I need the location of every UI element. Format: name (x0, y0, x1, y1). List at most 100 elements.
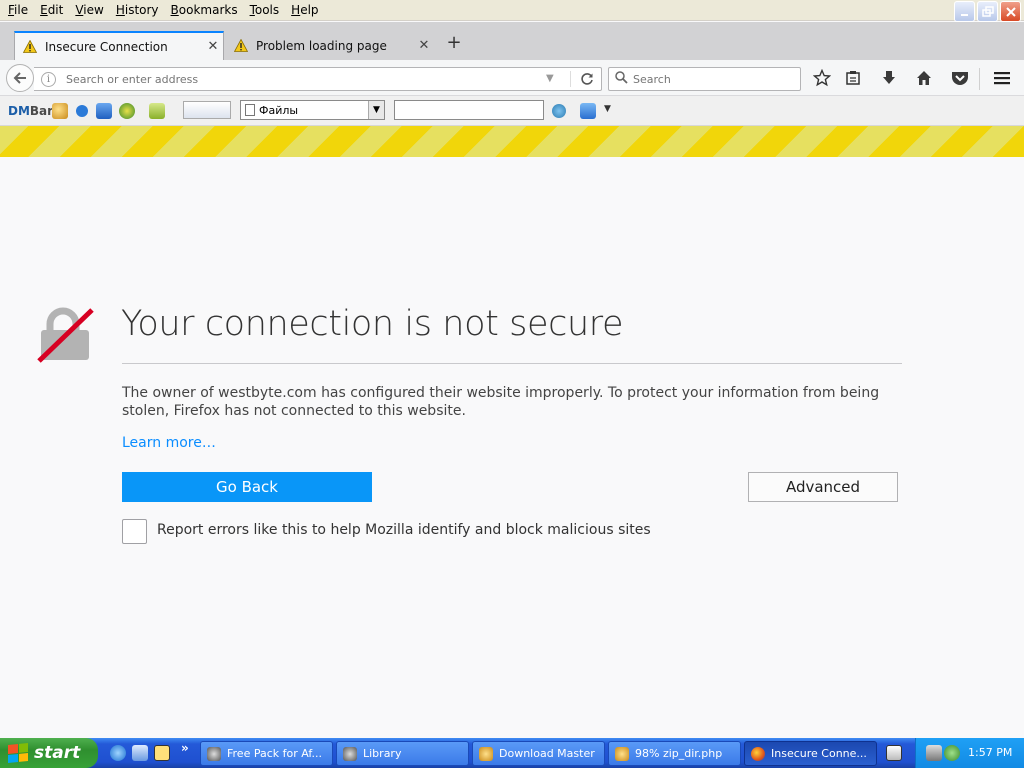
home-icon (917, 71, 931, 85)
tab-insecure-connection[interactable]: Insecure Connection ✕ (14, 31, 224, 60)
task-label: Library (363, 747, 402, 760)
tab-problem-loading[interactable]: Problem loading page ✕ (226, 31, 434, 60)
home-button[interactable] (912, 66, 936, 90)
error-page: Your connection is not secure The owner … (0, 157, 1024, 738)
pocket-button[interactable] (948, 66, 972, 90)
internet-explorer-icon[interactable] (110, 745, 126, 761)
pocket-icon (952, 72, 968, 85)
taskbar: start » Free Pack for Af... Library Down… (0, 738, 1024, 768)
close-window-button[interactable] (1000, 1, 1021, 22)
dm-category-select[interactable]: Файлы ▼ (240, 100, 385, 120)
task-label: Download Master (499, 747, 595, 760)
advanced-button[interactable]: Advanced (748, 472, 898, 502)
search-bar (608, 67, 801, 91)
tab-strip: Insecure Connection ✕ Problem loading pa… (0, 22, 1024, 60)
title-divider (122, 363, 902, 364)
menu-tools[interactable]: Tools (244, 3, 286, 17)
dmbar-toolbar: DMBar Файлы ▼ ▼ (0, 96, 1024, 126)
clock: 1:57 PM (968, 746, 1013, 759)
report-errors-checkbox[interactable] (122, 519, 147, 544)
learn-more-link[interactable]: Learn more… (122, 435, 216, 451)
star-icon (813, 69, 831, 87)
dm-globe-icon[interactable] (119, 103, 135, 119)
menu-bookmarks[interactable]: Bookmarks (165, 3, 244, 17)
chevron-down-icon: ▼ (368, 101, 384, 119)
chevron-down-icon[interactable]: ▼ (604, 104, 611, 114)
menu-view[interactable]: View (69, 3, 109, 17)
menu-file[interactable]: File (2, 3, 34, 17)
search-input[interactable] (633, 72, 793, 87)
dm-windows-icon[interactable] (96, 103, 112, 119)
reload-icon (581, 73, 593, 85)
url-input[interactable] (66, 71, 536, 87)
navigation-bar: i ▼ (0, 60, 1024, 96)
downloads-button[interactable] (877, 66, 901, 90)
bookmark-star-button[interactable] (810, 66, 834, 90)
library-button[interactable] (841, 66, 865, 90)
dm-schedule-icon[interactable] (149, 103, 165, 119)
clipboard-icon (846, 71, 860, 85)
menu-bar: File Edit View History Bookmarks Tools H… (0, 0, 1024, 22)
url-bar: i ▼ (34, 67, 602, 91)
back-button[interactable] (6, 64, 34, 92)
dm-speed-indicator[interactable] (183, 101, 231, 119)
task-insecure-connection[interactable]: Insecure Conne... (744, 741, 877, 766)
task-label: Insecure Conne... (771, 747, 867, 760)
report-errors-label: Report errors like this to help Mozilla … (157, 522, 651, 538)
media-player-icon[interactable] (154, 745, 170, 761)
dm-search-input[interactable] (394, 100, 544, 120)
close-icon (1005, 6, 1016, 17)
open-menu-button[interactable] (990, 66, 1014, 90)
back-arrow-icon (13, 72, 26, 84)
info-icon[interactable]: i (41, 72, 56, 87)
keyboard-icon[interactable] (886, 745, 902, 761)
document-icon (245, 104, 255, 116)
download-arrow-icon (883, 71, 895, 84)
task-free-pack[interactable]: Free Pack for Af... (200, 741, 333, 766)
dm-add-icon[interactable] (76, 105, 88, 117)
hamburger-menu-icon (994, 72, 1010, 85)
menu-history[interactable]: History (110, 3, 165, 17)
task-label: Free Pack for Af... (227, 747, 322, 760)
dmbar-logo: DMBar (8, 104, 54, 118)
search-icon (615, 71, 628, 84)
menu-edit[interactable]: Edit (34, 3, 69, 17)
task-library[interactable]: Library (336, 741, 469, 766)
restore-button[interactable] (977, 1, 998, 22)
network-icon[interactable] (926, 745, 942, 761)
warning-icon (234, 39, 248, 52)
show-desktop-icon[interactable] (132, 745, 148, 761)
page-title: Your connection is not secure (121, 304, 624, 344)
raccoon-icon (343, 746, 357, 761)
download-master-icon (479, 746, 493, 761)
restore-icon (981, 5, 994, 17)
start-button[interactable]: start (0, 738, 98, 768)
minimize-icon (960, 13, 968, 16)
go-back-button[interactable]: Go Back (122, 472, 372, 502)
dropdown-arrow-icon[interactable]: ▼ (546, 73, 554, 84)
broken-lock-icon (37, 307, 94, 363)
divider (979, 68, 980, 90)
divider (570, 71, 571, 87)
windows-logo-icon (8, 742, 28, 764)
quicklaunch-chevron-icon[interactable]: » (181, 741, 189, 755)
minimize-button[interactable] (954, 1, 975, 22)
tray-app-icon[interactable] (944, 745, 960, 761)
new-tab-button[interactable]: + (444, 34, 464, 54)
raccoon-icon (207, 746, 221, 761)
error-description: The owner of westbyte.com has configured… (122, 385, 880, 419)
close-tab-icon[interactable]: ✕ (203, 39, 223, 54)
task-zip-dir[interactable]: 98% zip_dir.php (608, 741, 741, 766)
dm-download-icon[interactable] (580, 103, 596, 119)
reload-button[interactable] (576, 69, 598, 89)
warning-icon (23, 40, 37, 53)
download-master-icon (615, 746, 629, 761)
firefox-icon (751, 746, 765, 761)
task-label: 98% zip_dir.php (635, 747, 723, 760)
task-download-master[interactable]: Download Master (472, 741, 605, 766)
dm-raccoon-icon[interactable] (52, 103, 68, 119)
warning-stripe (0, 126, 1024, 157)
close-tab-icon[interactable]: ✕ (414, 38, 434, 53)
dm-search-icon[interactable] (552, 104, 566, 118)
menu-help[interactable]: Help (285, 3, 324, 17)
